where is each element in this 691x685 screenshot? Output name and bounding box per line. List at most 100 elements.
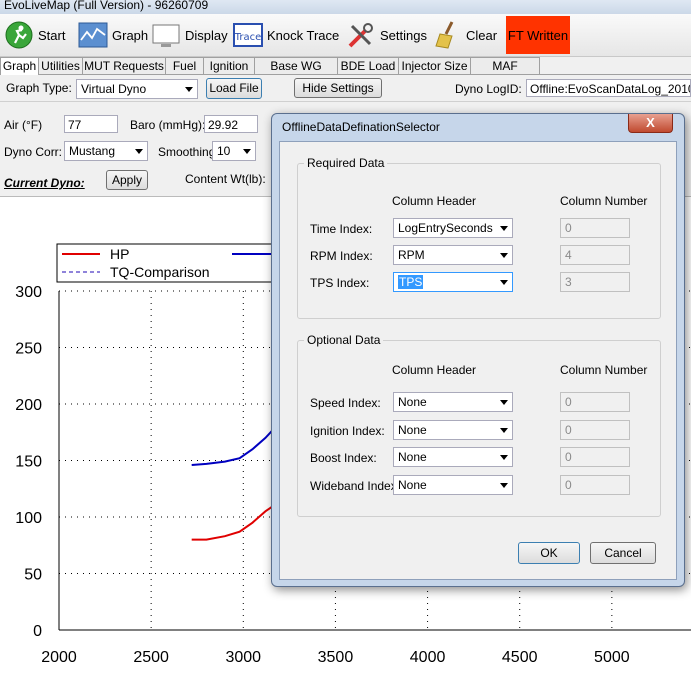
ft-written-button[interactable]: FT Written — [506, 16, 570, 54]
clear-label: Clear — [466, 27, 498, 43]
tps-index-value: TPS — [398, 275, 424, 289]
y-tick-label: 200 — [15, 397, 42, 414]
tab-base-wg-dc[interactable]: Base WG DC% — [254, 57, 338, 89]
rpm-index-number: 4 — [560, 245, 630, 265]
air-input[interactable]: 77 — [64, 115, 118, 133]
tps-index-select[interactable]: TPS — [393, 272, 513, 292]
apply-button[interactable]: Apply — [106, 170, 148, 190]
window-title: EvoLiveMap (Full Version) - 96260709 — [4, 0, 209, 12]
optional-column-header-label: Column Header — [392, 363, 477, 377]
air-label: Air (°F) — [4, 118, 43, 132]
time-index-select[interactable]: LogEntrySeconds — [393, 218, 513, 238]
trace-icon: Trace — [233, 23, 263, 47]
time-index-value: LogEntrySeconds — [398, 221, 493, 235]
settings-button[interactable]: Settings — [346, 18, 427, 52]
optional-data-title: Optional Data — [304, 333, 384, 347]
chevron-down-icon — [500, 400, 508, 405]
wideband-index-number: 0 — [560, 475, 630, 495]
wideband-index-select[interactable]: None — [393, 475, 513, 495]
y-tick-label: 150 — [15, 454, 42, 471]
start-button[interactable]: Start — [4, 18, 65, 52]
knock-trace-button[interactable]: Trace Knock Trace — [233, 18, 339, 52]
tab-bde-load[interactable]: BDE Load — [337, 57, 399, 74]
required-column-number-label: Column Number — [560, 194, 648, 208]
ignition-index-select[interactable]: None — [393, 420, 513, 440]
smoothing-select[interactable]: 10 — [212, 141, 256, 161]
chevron-down-icon — [500, 253, 508, 258]
optional-column-number-label: Column Number — [560, 363, 648, 377]
tq-series-line — [191, 421, 281, 467]
speed-index-select[interactable]: None — [393, 392, 513, 412]
settings-label: Settings — [380, 27, 427, 43]
graph-type-value: Virtual Dyno — [81, 82, 147, 96]
wideband-index-value: None — [398, 478, 427, 492]
tps-index-number: 3 — [560, 272, 630, 292]
graph-icon — [78, 22, 108, 48]
offline-data-dialog: OfflineDataDefinationSelector X Required… — [271, 113, 685, 587]
graph-type-select[interactable]: Virtual Dyno — [76, 79, 198, 99]
chevron-down-icon — [135, 149, 143, 154]
tab-maf-scaling[interactable]: MAF Scaling — [470, 57, 540, 89]
x-tick-label: 3500 — [318, 649, 354, 666]
legend-hp-label: HP — [110, 246, 129, 262]
optional-data-group: Optional Data Column Header Column Numbe… — [297, 333, 661, 517]
tab-mut-requests[interactable]: MUT Requests — [82, 57, 166, 74]
graph-type-label: Graph Type: — [6, 81, 72, 95]
dyno-corr-value: Mustang — [69, 144, 116, 158]
rpm-index-label: RPM Index: — [310, 249, 373, 263]
dialog-title: OfflineDataDefinationSelector — [282, 120, 440, 134]
knock-trace-label: Knock Trace — [267, 27, 340, 43]
chevron-down-icon — [500, 428, 508, 433]
time-index-number: 0 — [560, 218, 630, 238]
svg-text:Trace: Trace — [234, 32, 262, 43]
chevron-down-icon — [243, 149, 251, 154]
baro-input[interactable]: 29.92 — [204, 115, 258, 133]
dyno-corr-label: Dyno Corr: — [4, 145, 63, 159]
current-dyno-label: Current Dyno: — [4, 176, 85, 190]
close-icon: X — [646, 115, 655, 130]
tab-injector-size[interactable]: Injector Size — [398, 57, 471, 74]
smoothing-label: Smoothing: — [158, 145, 219, 159]
tab-fuel[interactable]: Fuel — [165, 57, 204, 74]
clear-button[interactable]: Clear — [432, 18, 497, 52]
tools-icon — [348, 23, 373, 48]
wideband-index-label: Wideband Index: — [310, 479, 401, 493]
chart-legend: HP TQ-Comparison — [56, 243, 278, 283]
speed-index-number: 0 — [560, 392, 630, 412]
cancel-button[interactable]: Cancel — [590, 542, 656, 564]
graph-label: Graph — [112, 27, 149, 43]
speed-index-value: None — [398, 395, 427, 409]
ignition-index-number: 0 — [560, 420, 630, 440]
y-tick-label: 100 — [15, 510, 42, 527]
tab-utilities[interactable]: Utilities — [38, 57, 83, 74]
tab-strip: Graph Utilities MUT Requests Fuel Igniti… — [0, 57, 691, 89]
tab-ignition[interactable]: Ignition — [203, 57, 255, 74]
start-icon — [5, 21, 33, 49]
graph-button[interactable]: Graph — [78, 18, 148, 52]
hide-settings-button[interactable]: Hide Settings — [294, 78, 382, 98]
y-tick-label: 50 — [24, 567, 42, 584]
legend-tq-comparison-label: TQ-Comparison — [110, 264, 210, 280]
x-tick-label: 3000 — [225, 649, 261, 666]
y-axis-ticks: 0 50 100 150 200 250 300 — [15, 284, 42, 640]
display-label: Display — [185, 27, 228, 43]
window-title-bar: EvoLiveMap (Full Version) - 96260709 — [0, 0, 691, 14]
y-tick-label: 300 — [15, 284, 42, 301]
display-icon — [152, 24, 180, 47]
broom-icon — [435, 21, 454, 49]
dyno-logid-field[interactable]: Offline:EvoScanDataLog_2010.11 — [526, 79, 691, 97]
chevron-down-icon — [500, 280, 508, 285]
required-column-header-label: Column Header — [392, 194, 477, 208]
speed-index-label: Speed Index: — [310, 396, 381, 410]
display-button[interactable]: Display — [151, 18, 228, 52]
dialog-close-button[interactable]: X — [628, 114, 673, 133]
boost-index-number: 0 — [560, 447, 630, 467]
rpm-index-select[interactable]: RPM — [393, 245, 513, 265]
load-file-button[interactable]: Load File — [206, 78, 262, 99]
tab-graph[interactable]: Graph — [0, 57, 39, 75]
x-tick-label: 5000 — [594, 649, 630, 666]
dyno-corr-select[interactable]: Mustang — [64, 141, 148, 161]
baro-label: Baro (mmHg): — [130, 118, 206, 132]
boost-index-select[interactable]: None — [393, 447, 513, 467]
ok-button[interactable]: OK — [518, 542, 580, 564]
